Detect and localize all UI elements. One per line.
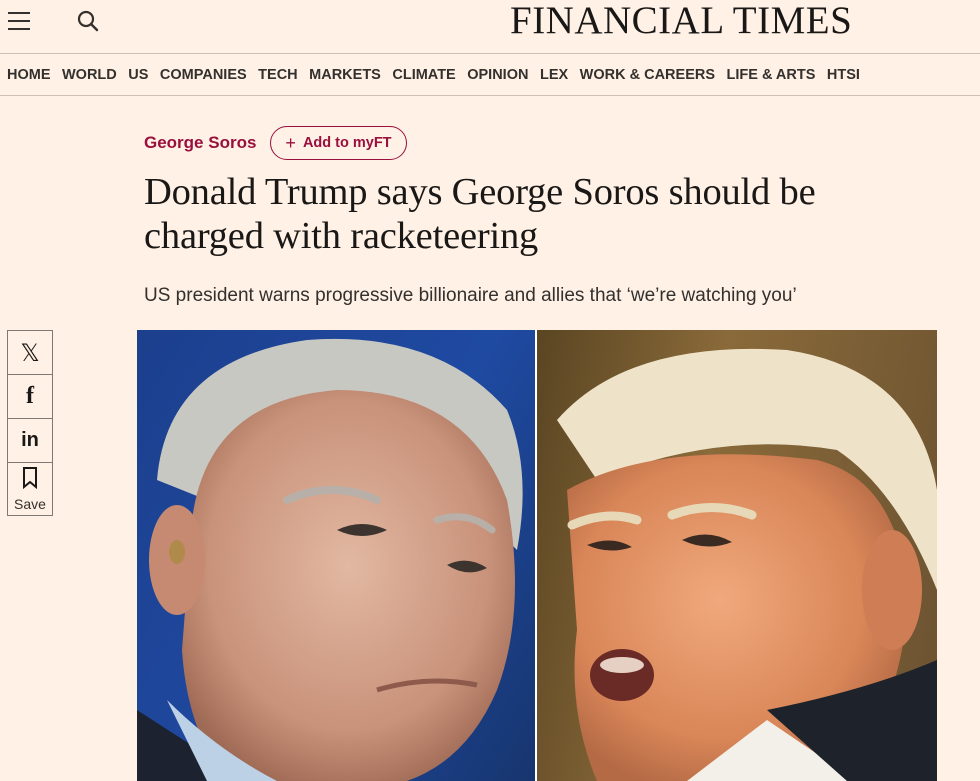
nav-item-home[interactable]: HOME (7, 67, 51, 83)
nav-item-companies[interactable]: COMPANIES (160, 67, 247, 83)
nav-item-htsi[interactable]: HTSI (827, 67, 860, 83)
share-linkedin-button[interactable]: in (7, 418, 53, 462)
share-x-button[interactable]: 𝕏 (7, 330, 53, 374)
linkedin-icon: in (21, 429, 39, 451)
facebook-icon: f (26, 383, 34, 409)
masthead-logo[interactable]: FINANCIAL TIMES (510, 0, 852, 42)
topic-link[interactable]: George Soros (144, 133, 256, 153)
hero-image (137, 330, 937, 781)
plus-icon: + (285, 132, 296, 153)
x-icon: 𝕏 (20, 338, 40, 367)
nav-item-tech[interactable]: TECH (258, 67, 297, 83)
nav-item-opinion[interactable]: OPINION (467, 67, 528, 83)
bookmark-icon (22, 466, 38, 494)
nav-item-work-careers[interactable]: WORK & CAREERS (580, 67, 715, 83)
search-icon[interactable] (76, 9, 100, 33)
hero-image-right-portrait (537, 330, 937, 781)
nav-item-us[interactable]: US (128, 67, 148, 83)
top-bar: FINANCIAL TIMES (0, 0, 980, 54)
add-to-myft-button[interactable]: + Add to myFT (270, 126, 407, 160)
add-to-myft-label: Add to myFT (302, 135, 392, 151)
nav-item-markets[interactable]: MARKETS (309, 67, 381, 83)
nav-item-lex[interactable]: LEX (540, 67, 568, 83)
nav-item-world[interactable]: WORLD (62, 67, 117, 83)
topic-row: George Soros + Add to myFT (144, 126, 407, 160)
article-standfirst: US president warns progressive billionai… (144, 285, 797, 306)
share-toolbar: 𝕏 f in Save (7, 330, 53, 516)
nav-item-life-arts[interactable]: LIFE & ARTS (727, 67, 816, 83)
hero-image-left-portrait (137, 330, 535, 781)
save-button[interactable]: Save (7, 462, 53, 516)
hamburger-menu-icon[interactable] (8, 10, 32, 32)
main-navigation: HOME WORLD US COMPANIES TECH MARKETS CLI… (0, 54, 980, 96)
article-headline: Donald Trump says George Soros should be… (144, 171, 816, 257)
save-label: Save (14, 495, 46, 512)
share-facebook-button[interactable]: f (7, 374, 53, 418)
nav-item-climate[interactable]: CLIMATE (392, 67, 455, 83)
